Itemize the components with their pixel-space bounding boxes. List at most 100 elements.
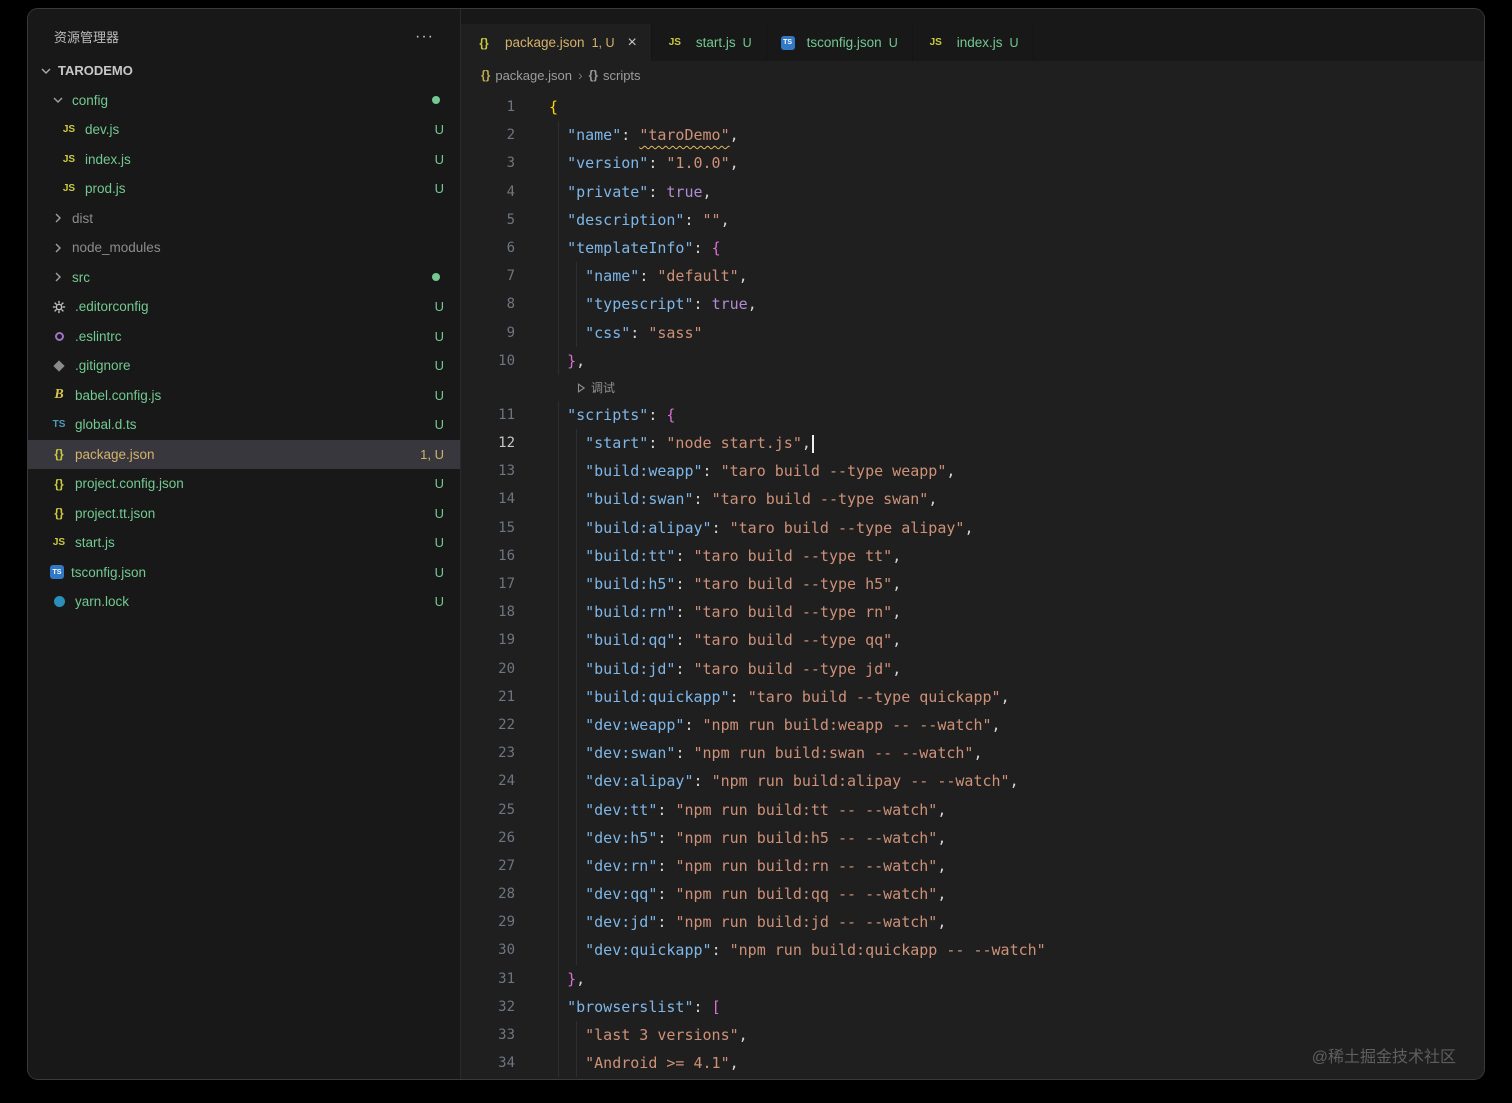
code-line: "dev:rn": "npm run build:rn -- --watch",	[549, 851, 946, 881]
code-line: "start": "node start.js",	[549, 429, 814, 458]
code-line: "build:weapp": "taro build --type weapp"…	[549, 457, 955, 486]
code-line-row: 9 "css": "sass"	[461, 318, 1484, 347]
git-status-badge: U	[434, 181, 444, 197]
tree-item-.gitignore[interactable]: .gitignore U	[28, 351, 460, 381]
git-status-badge: U	[434, 564, 444, 580]
tree-item-src[interactable]: src	[28, 263, 460, 293]
indent-guide	[558, 654, 560, 683]
code-line-row: 26 "dev:h5": "npm run build:h5 -- --watc…	[461, 823, 1484, 852]
more-actions-icon[interactable]: ···	[415, 28, 434, 44]
tree-item-global.d.ts[interactable]: TS global.d.ts U	[28, 410, 460, 440]
tab-label: index.js	[956, 35, 1003, 50]
indent-guide	[576, 795, 578, 824]
tab-start.js[interactable]: JS start.js U	[652, 24, 767, 61]
indent-guide	[558, 851, 560, 881]
tree-item-prod.js[interactable]: JS prod.js U	[28, 174, 460, 204]
code-editor[interactable]: 1{2 "name": "taroDemo", 3 "version": "1.0…	[461, 89, 1484, 1079]
project-root-row[interactable]: TARODEMO	[28, 56, 460, 86]
code-line-row: 23 "dev:swan": "npm run build:swan -- --…	[461, 739, 1484, 768]
indent-guide	[558, 936, 560, 965]
code-line-row: 29 "dev:jd": "npm run build:jd -- --watc…	[461, 908, 1484, 937]
tab-tsconfig.json[interactable]: TS tsconfig.json U	[767, 24, 913, 61]
code-line: "name": "taroDemo",	[549, 121, 739, 150]
indent-guide	[558, 570, 560, 599]
line-number: 28	[498, 886, 515, 903]
indent-guide	[558, 908, 560, 937]
js-icon: JS	[62, 153, 76, 165]
tree-item-label: start.js	[75, 535, 115, 551]
codelens-label: 调试	[591, 380, 616, 395]
line-number: 8	[506, 296, 515, 313]
code-line-row: 5 "description": "",	[461, 205, 1484, 234]
code-line: "build:qq": "taro build --type qq",	[549, 626, 901, 655]
tree-item-index.js[interactable]: JS index.js U	[28, 145, 460, 175]
tree-item-dist[interactable]: dist	[28, 204, 460, 234]
tree-item-package.json[interactable]: {} package.json 1, U	[28, 439, 460, 469]
git-status-badge: U	[434, 387, 444, 403]
indent-guide	[576, 1021, 578, 1050]
line-number: 3	[506, 155, 515, 172]
line-number: 10	[498, 352, 515, 369]
explorer-title: 资源管理器	[54, 30, 120, 45]
tsconfig-icon: TS	[780, 35, 795, 50]
code-line-row: 25 "dev:tt": "npm run build:tt -- --watc…	[461, 795, 1484, 824]
code-line: "last 3 versions",	[549, 1021, 748, 1050]
tree-item-start.js[interactable]: JS start.js U	[28, 528, 460, 558]
indent-guide	[558, 318, 560, 347]
tree-item-dev.js[interactable]: JS dev.js U	[28, 115, 460, 145]
indent-guide	[558, 767, 560, 796]
indent-guide	[558, 1021, 560, 1050]
git-status-badge: U	[434, 505, 444, 521]
breadcrumb: {} package.json › {} scripts	[461, 61, 1484, 89]
line-number: 31	[498, 970, 515, 987]
code-line-row: 8 "typescript": true,	[461, 290, 1484, 319]
code-line-row: 16 "build:tt": "taro build --type tt",	[461, 541, 1484, 570]
json-icon: {}	[54, 476, 64, 491]
code-line: "version": "1.0.0",	[549, 149, 739, 178]
code-line-row: 22 "dev:weapp": "npm run build:weapp -- …	[461, 710, 1484, 740]
tree-item-label: dev.js	[85, 122, 120, 138]
indent-guide	[576, 710, 578, 740]
tree-item-config[interactable]: config	[28, 86, 460, 116]
codelens-debug-action[interactable]: 调试	[576, 375, 615, 401]
tree-item-.editorconfig[interactable]: .editorconfig U	[28, 292, 460, 322]
tree-item-tsconfig.json[interactable]: TS tsconfig.json U	[28, 558, 460, 588]
indent-guide	[558, 880, 560, 909]
line-number: 7	[506, 268, 515, 285]
code-line: "dev:weapp": "npm run build:weapp -- --w…	[549, 710, 1001, 740]
tree-item-label: package.json	[75, 446, 155, 462]
yarn-icon	[50, 596, 68, 608]
indent-guide	[576, 654, 578, 683]
code-line: "typescript": true,	[549, 290, 757, 319]
editor-group: {} package.json 1, U × JS start.js U TS tsconfig…	[461, 9, 1484, 1079]
tree-item-project.tt.json[interactable]: {} project.tt.json U	[28, 499, 460, 529]
code-line: "description": "",	[549, 205, 730, 234]
tab-index.js[interactable]: JS index.js U	[913, 24, 1034, 61]
indent-guide	[558, 626, 560, 655]
tree-item-project.config.json[interactable]: {} project.config.json U	[28, 469, 460, 499]
tree-item-babel.config.js[interactable]: Bbabel.config.js U	[28, 381, 460, 411]
breadcrumb-label: package.json	[495, 67, 572, 83]
code-line-row: 13 "build:weapp": "taro build --type wea…	[461, 457, 1484, 486]
tree-item-yarn.lock[interactable]: yarn.lock U	[28, 587, 460, 617]
run-icon	[577, 383, 586, 393]
tab-git-status-badge: U	[742, 35, 752, 50]
tree-item-.eslintrc[interactable]: .eslintrc U	[28, 322, 460, 352]
breadcrumb-item-package.json[interactable]: {} package.json	[481, 68, 572, 83]
chevron-down-icon	[50, 92, 66, 108]
explorer-header: 资源管理器 ···	[28, 9, 460, 56]
tree-item-label: index.js	[85, 151, 131, 167]
code-line: "dev:jd": "npm run build:jd -- --watch",	[549, 908, 946, 937]
close-icon[interactable]: ×	[628, 34, 637, 51]
code-line-row: 21 "build:quickapp": "taro build --type …	[461, 682, 1484, 711]
line-number: 16	[498, 547, 515, 564]
breadcrumb-item-scripts[interactable]: {} scripts	[589, 68, 641, 83]
breadcrumb-separator-icon: ›	[577, 67, 583, 83]
tree-item-label: project.tt.json	[75, 505, 156, 521]
tree-item-node_modules[interactable]: node_modules	[28, 233, 460, 263]
code-line-row: 30 "dev:quickapp": "npm run build:quicka…	[461, 936, 1484, 965]
tree-item-label: .editorconfig	[75, 299, 149, 315]
line-number: 24	[498, 773, 515, 790]
tab-package.json[interactable]: {} package.json 1, U ×	[461, 24, 652, 61]
indent-guide	[558, 205, 560, 234]
